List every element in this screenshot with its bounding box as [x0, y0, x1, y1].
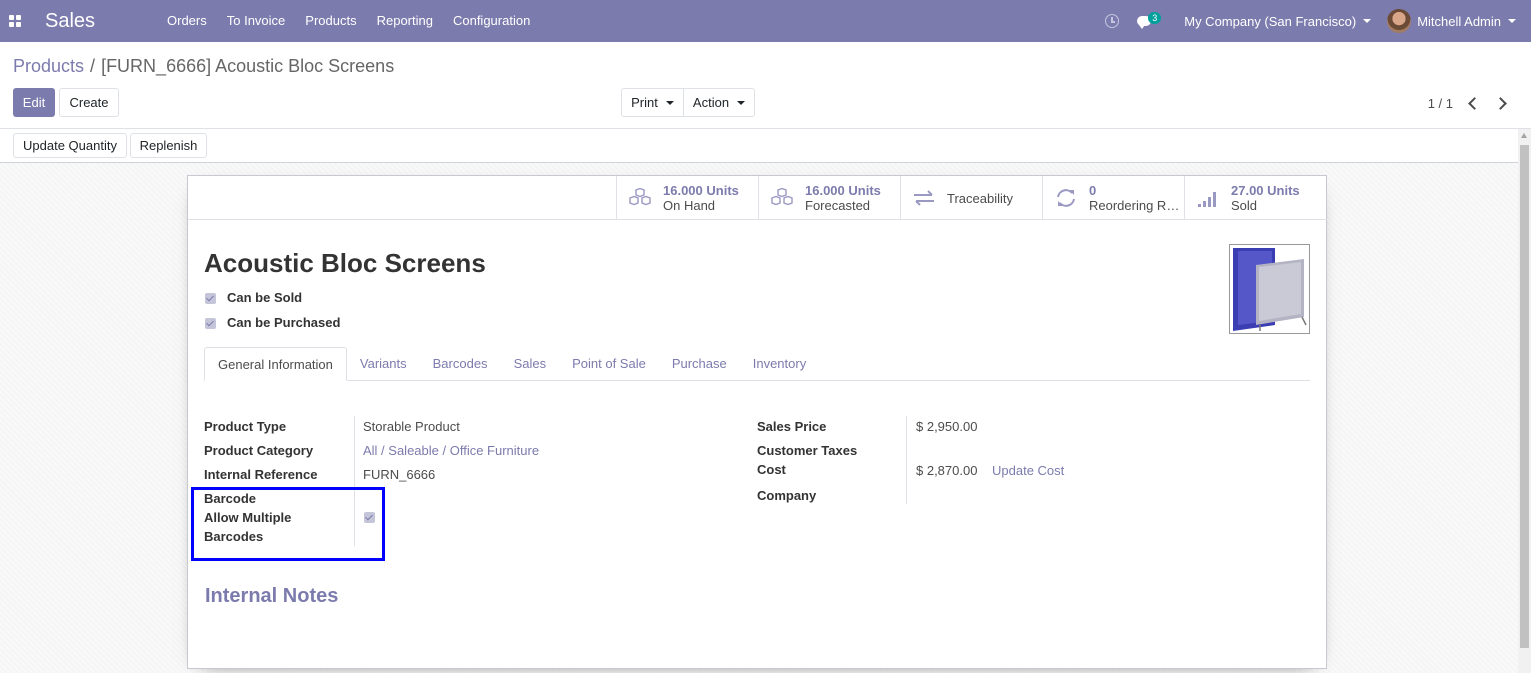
pager-value[interactable]: 1 / 1	[1428, 96, 1453, 111]
tab-sales[interactable]: Sales	[501, 347, 560, 381]
scroll-up-icon[interactable]	[1521, 133, 1527, 138]
tab-variants[interactable]: Variants	[347, 347, 420, 381]
reordering-rules-value: 0	[1089, 183, 1097, 198]
barcode-label: Barcode	[204, 491, 257, 506]
sold-label: Sold	[1231, 198, 1258, 213]
product-name[interactable]: Acoustic Bloc Screens	[204, 248, 486, 279]
menu-to-invoice[interactable]: To Invoice	[217, 0, 296, 42]
menu-reporting[interactable]: Reporting	[367, 0, 443, 42]
user-menu[interactable]: Mitchell Admin	[1387, 9, 1516, 33]
print-dropdown[interactable]: Print	[621, 88, 684, 117]
cubes-icon	[771, 188, 793, 206]
menu-products[interactable]: Products	[295, 0, 366, 42]
caret-down-icon	[665, 100, 674, 105]
print-label: Print	[631, 95, 658, 110]
can-be-purchased-label: Can be Purchased	[227, 315, 341, 330]
forecasted-value: 16.000 Units	[805, 183, 881, 198]
action-label: Action	[692, 95, 730, 110]
notebook-tabs: General Information Variants Barcodes Sa…	[204, 347, 1310, 381]
pager-previous-icon[interactable]	[1467, 96, 1479, 110]
field-separator	[906, 416, 907, 504]
company-switcher[interactable]: My Company (San Francisco)	[1184, 13, 1372, 29]
caret-down-icon	[1363, 19, 1372, 23]
apps-menu-icon[interactable]	[1, 0, 29, 42]
messaging-button[interactable]: 3	[1137, 11, 1163, 31]
caret-down-icon	[1508, 19, 1516, 23]
company-label: Company	[757, 488, 817, 503]
tab-inventory[interactable]: Inventory	[740, 347, 819, 381]
product-category-link[interactable]: All / Saleable / Office Furniture	[363, 443, 539, 458]
on-hand-button[interactable]: 16.000 Units On Hand	[616, 176, 758, 220]
cubes-icon	[629, 188, 651, 206]
breadcrumb-separator: /	[90, 56, 96, 76]
caret-down-icon	[737, 100, 746, 105]
field-separator	[354, 416, 355, 546]
breadcrumb-current: [FURN_6666] Acoustic Bloc Screens	[101, 56, 395, 76]
action-dropdown[interactable]: Action	[683, 88, 755, 117]
internal-reference-value[interactable]: FURN_6666	[363, 467, 435, 482]
scrollbar-thumb[interactable]	[1520, 145, 1529, 648]
status-bar	[0, 129, 1531, 163]
signal-icon	[1198, 192, 1216, 207]
tab-point-of-sale[interactable]: Point of Sale	[559, 347, 659, 381]
allow-multiple-barcodes-label-line2: Barcodes	[204, 529, 264, 544]
internal-notes-heading: Internal Notes	[205, 585, 339, 607]
breadcrumb: Products / [FURN_6666] Acoustic Bloc Scree…	[13, 56, 394, 77]
product-image[interactable]	[1229, 244, 1310, 334]
sold-value: 27.00 Units	[1231, 183, 1300, 198]
tab-purchase[interactable]: Purchase	[659, 347, 740, 381]
internal-reference-label: Internal Reference	[204, 467, 318, 482]
update-quantity-button[interactable]: Update Quantity	[13, 133, 127, 158]
refresh-icon	[1057, 189, 1075, 207]
reordering-rules-button[interactable]: 0 Reordering Rules	[1042, 176, 1184, 220]
avatar	[1387, 9, 1412, 33]
reordering-rules-label: Reordering Rules	[1089, 198, 1181, 213]
user-name: Mitchell Admin	[1417, 13, 1501, 29]
product-photo	[1233, 248, 1307, 331]
activity-clock-icon[interactable]	[1105, 14, 1120, 28]
menu-configuration[interactable]: Configuration	[443, 0, 540, 42]
customer-taxes-label: Customer Taxes	[757, 443, 858, 458]
top-navbar: Sales Orders To Invoice Products Reporti…	[0, 0, 1531, 42]
product-type-value[interactable]: Storable Product	[363, 419, 460, 434]
cost-label: Cost	[757, 462, 786, 477]
allow-multiple-barcodes-label: Allow Multiple	[204, 510, 292, 525]
can-be-sold-label: Can be Sold	[227, 290, 303, 305]
cost-value[interactable]: $ 2,870.00	[916, 463, 977, 478]
main-menu: Orders To Invoice Products Reporting Con…	[157, 0, 540, 42]
replenish-button[interactable]: Replenish	[130, 133, 207, 158]
chat-count-badge: 3	[1148, 12, 1162, 24]
product-type-label: Product Type	[204, 419, 287, 434]
menu-orders[interactable]: Orders	[157, 0, 217, 42]
edit-button[interactable]: Edit	[13, 88, 55, 117]
sales-price-label: Sales Price	[757, 419, 827, 434]
on-hand-value: 16.000 Units	[663, 183, 739, 198]
traceability-button[interactable]: Traceability	[900, 176, 1042, 220]
forecasted-label: Forecasted	[805, 198, 871, 213]
on-hand-label: On Hand	[663, 198, 716, 213]
can-be-sold-checkbox[interactable]	[205, 293, 216, 304]
create-button[interactable]: Create	[59, 88, 119, 117]
forecasted-button[interactable]: 16.000 Units Forecasted	[758, 176, 900, 220]
company-name: My Company (San Francisco)	[1184, 13, 1357, 29]
sales-price-value[interactable]: $ 2,950.00	[916, 419, 977, 434]
update-cost-button[interactable]: Update Cost	[992, 463, 1064, 478]
traceability-label: Traceability	[947, 190, 1013, 206]
sold-button[interactable]: 27.00 Units Sold	[1184, 176, 1326, 220]
breadcrumb-products[interactable]: Products	[13, 56, 84, 76]
app-name[interactable]: Sales	[45, 10, 157, 33]
tab-general-information[interactable]: General Information	[204, 347, 347, 381]
allow-multiple-barcodes-checkbox[interactable]	[364, 512, 375, 523]
tab-barcodes[interactable]: Barcodes	[420, 347, 501, 381]
smart-button-box: 16.000 Units On Hand 16.000 Units Foreca…	[616, 176, 1327, 220]
form-sheet: 16.000 Units On Hand 16.000 Units Foreca…	[187, 175, 1327, 669]
scrollbar[interactable]	[1518, 129, 1531, 673]
pager-next-icon[interactable]	[1496, 96, 1508, 110]
can-be-purchased-checkbox[interactable]	[205, 318, 216, 329]
exchange-icon	[914, 190, 934, 206]
product-category-label: Product Category	[204, 443, 314, 458]
